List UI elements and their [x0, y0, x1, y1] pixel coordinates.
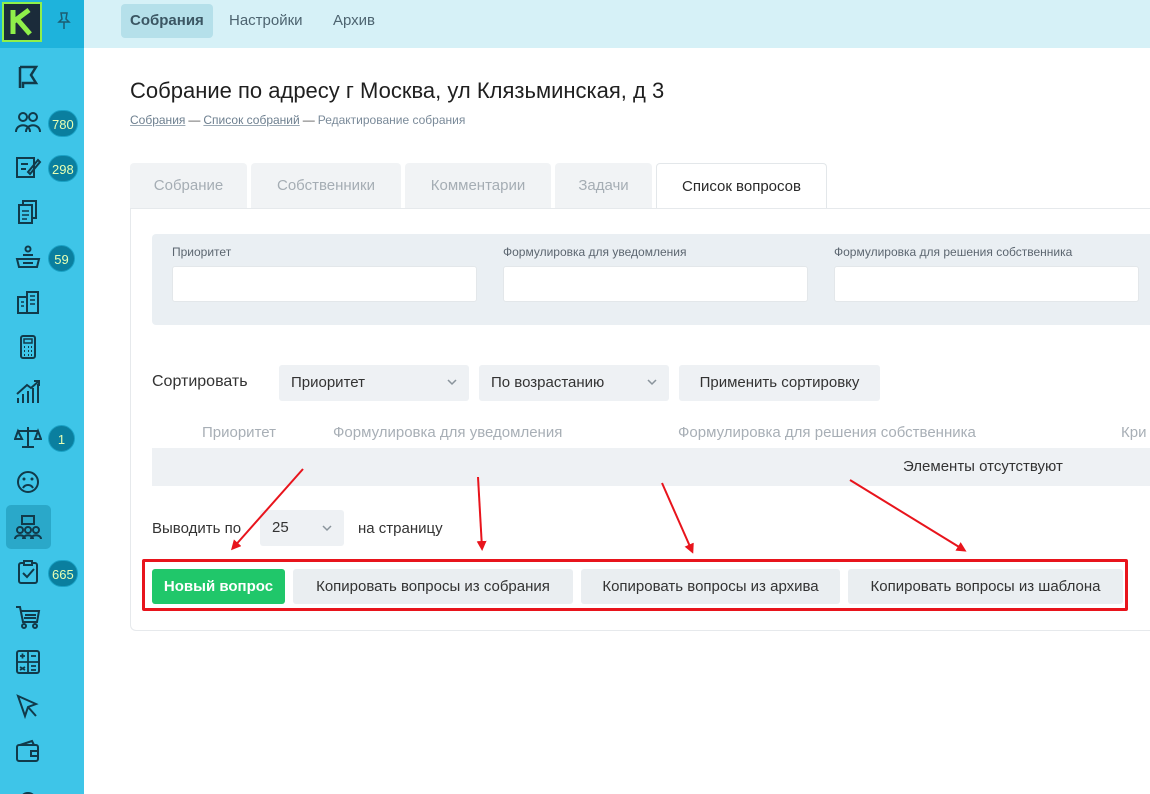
sidebar-item-complaints[interactable]	[0, 460, 84, 504]
chevron-down-icon	[322, 525, 332, 532]
app-root: 780 298 59 1 665 Собрания Настройки Архи…	[0, 0, 1150, 794]
per-page-select[interactable]: 25	[260, 510, 344, 546]
edit-icon	[16, 157, 42, 178]
tab-meeting[interactable]: Собрание	[130, 163, 247, 208]
sidebar-item-analytics[interactable]	[0, 370, 84, 414]
breadcrumb-meetings-list[interactable]: Список собраний	[203, 113, 299, 127]
sidebar-item-shop[interactable]	[0, 595, 84, 639]
sidebar-item-more[interactable]	[0, 775, 84, 794]
apply-sort-button[interactable]: Применить сортировку	[679, 365, 880, 401]
sidebar-item-tasks[interactable]: 665	[0, 550, 84, 594]
calc-grid-icon	[16, 650, 40, 674]
sidebar-item-inbox[interactable]: 59	[0, 235, 84, 279]
people-icon	[15, 112, 41, 133]
sidebar-item-pointer[interactable]	[0, 685, 84, 729]
sad-face-icon	[17, 471, 39, 493]
per-page-value: 25	[272, 519, 289, 536]
cart-icon	[16, 606, 41, 629]
edit-badge: 298	[48, 155, 78, 182]
decision-filter-label: Формулировка для решения собственника	[834, 245, 1073, 259]
annotation-box	[142, 559, 1128, 611]
decision-filter-input[interactable]	[834, 266, 1139, 302]
pin-icon[interactable]	[56, 12, 72, 30]
sidebar-item-meetings[interactable]	[0, 505, 84, 549]
breadcrumb: Собрания — Список собраний — Редактирование …	[130, 113, 466, 127]
top-tab-settings[interactable]: Настройки	[220, 4, 312, 38]
per-page-suffix: на страницу	[358, 520, 443, 537]
notice-filter-input[interactable]	[503, 266, 808, 302]
calculator-icon	[20, 335, 36, 359]
top-tab-archive[interactable]: Архив	[324, 4, 384, 38]
chart-up-icon	[16, 380, 40, 403]
column-notice[interactable]: Формулировка для уведомления	[333, 424, 562, 441]
column-decision[interactable]: Формулировка для решения собственника	[678, 424, 976, 441]
notice-filter-label: Формулировка для уведомления	[503, 245, 687, 259]
sidebar-item-owners[interactable]: 780	[0, 100, 84, 144]
tray-icon	[15, 245, 41, 268]
page-title: Собрание по адресу г Москва, ул Клязьмин…	[130, 78, 665, 103]
sidebar: 780 298 59 1 665	[0, 0, 84, 794]
owners-badge: 780	[48, 110, 78, 137]
top-nav: Собрания Настройки Архив	[84, 0, 1150, 48]
column-criteria[interactable]: Кри	[1121, 424, 1146, 441]
breadcrumb-meetings[interactable]: Собрания	[130, 113, 185, 127]
sort-field-select[interactable]: Приоритет	[279, 365, 469, 401]
sort-field-value: Приоритет	[291, 374, 365, 391]
sort-order-select[interactable]: По возрастанию	[479, 365, 669, 401]
documents-icon	[18, 200, 37, 224]
more-icon	[22, 792, 34, 794]
sidebar-item-documents[interactable]	[0, 190, 84, 234]
tasks-badge: 665	[48, 560, 78, 587]
sort-order-value: По возрастанию	[491, 374, 605, 391]
sidebar-item-flag[interactable]	[0, 55, 84, 99]
priority-filter-label: Приоритет	[172, 245, 232, 259]
sidebar-item-edit[interactable]: 298	[0, 145, 84, 189]
empty-message: Элементы отсутствуют	[903, 458, 1063, 475]
per-page-label: Выводить по	[152, 520, 242, 537]
tab-comments[interactable]: Комментарии	[405, 163, 551, 208]
flag-icon	[18, 65, 39, 88]
chevron-down-icon	[447, 379, 457, 386]
logo-icon[interactable]	[2, 2, 42, 42]
top-tab-meetings[interactable]: Собрания	[121, 4, 213, 38]
law-badge: 1	[48, 425, 75, 452]
clipboard-check-icon	[18, 560, 38, 584]
tab-questions[interactable]: Список вопросов	[656, 163, 827, 209]
tab-owners[interactable]: Собственники	[251, 163, 401, 208]
sidebar-item-law[interactable]: 1	[0, 415, 84, 459]
inbox-badge: 59	[48, 245, 75, 272]
column-priority[interactable]: Приоритет	[202, 424, 276, 441]
breadcrumb-current: Редактирование собрания	[317, 113, 466, 127]
sidebar-item-buildings[interactable]	[0, 280, 84, 324]
sidebar-item-calculator[interactable]	[0, 325, 84, 369]
priority-filter-input[interactable]	[172, 266, 477, 302]
scales-icon	[14, 427, 42, 448]
cursor-icon	[16, 694, 39, 720]
building-icon	[17, 291, 39, 314]
chevron-down-icon	[647, 379, 657, 386]
sort-label: Сортировать	[152, 373, 248, 390]
logo-area	[0, 0, 84, 48]
wallet-icon	[16, 739, 39, 762]
meeting-icon	[14, 515, 42, 540]
sidebar-item-calc[interactable]	[0, 640, 84, 684]
tab-tasks[interactable]: Задачи	[555, 163, 652, 208]
sidebar-item-wallet[interactable]	[0, 730, 84, 774]
